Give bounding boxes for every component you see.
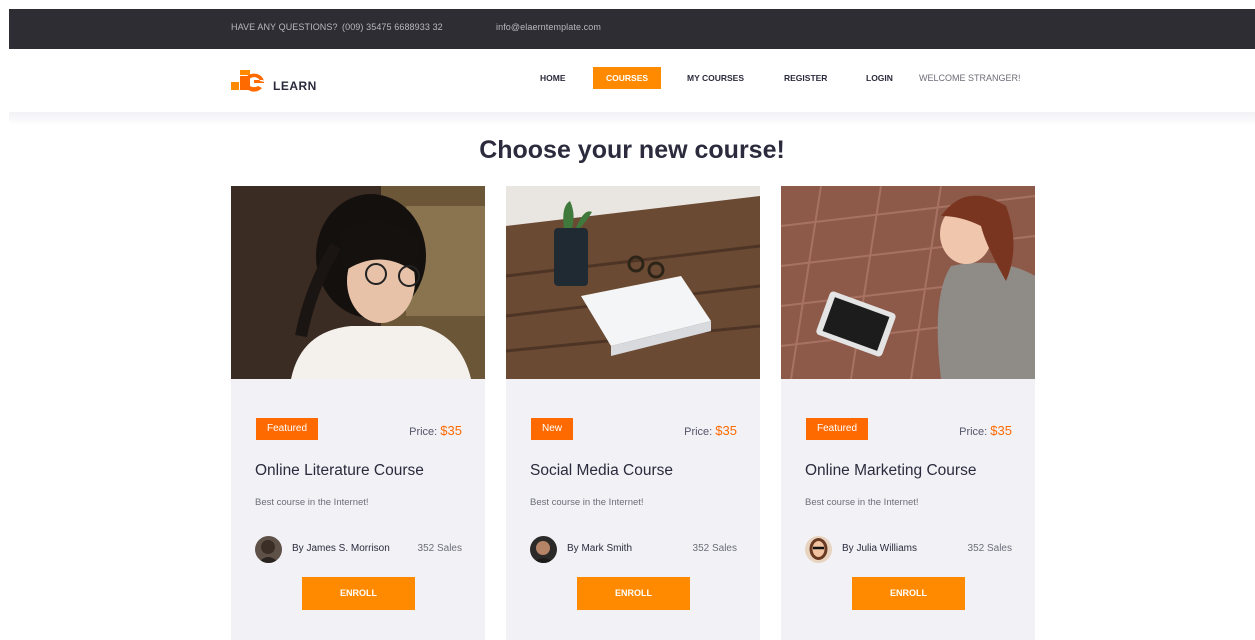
page-title: Choose your new course! xyxy=(479,136,785,164)
price: Price: $35 xyxy=(684,423,737,438)
course-subtitle: Best course in the Internet! xyxy=(805,497,919,508)
course-image-literature[interactable] xyxy=(231,186,485,379)
course-title[interactable]: Social Media Course xyxy=(530,462,673,480)
sales-count: 352 Sales xyxy=(692,543,737,554)
enroll-button[interactable]: ENROLL xyxy=(852,577,965,610)
logo-text: LEARN xyxy=(273,79,317,93)
course-title[interactable]: Online Literature Course xyxy=(255,462,424,480)
nav-my-courses[interactable]: MY COURSES xyxy=(687,73,744,83)
enroll-button[interactable]: ENROLL xyxy=(577,577,690,610)
author-name[interactable]: By James S. Morrison xyxy=(292,543,390,554)
author-avatar xyxy=(805,536,832,563)
price: Price: $35 xyxy=(409,423,462,438)
nav-home[interactable]: HOME xyxy=(540,73,566,83)
phone-number[interactable]: (009) 35475 6688933 32 xyxy=(342,22,443,32)
course-card[interactable]: Featured Price: $35 Online Literature Co… xyxy=(231,186,485,640)
top-info-bar: HAVE ANY QUESTIONS? (009) 35475 6688933 … xyxy=(9,9,1255,49)
price-label: Price: xyxy=(684,426,713,438)
author-avatar xyxy=(530,536,557,563)
course-title[interactable]: Online Marketing Course xyxy=(805,462,976,480)
email-link[interactable]: info@elaerntemplate.com xyxy=(496,22,601,32)
course-subtitle: Best course in the Internet! xyxy=(255,497,369,508)
badge-featured: Featured xyxy=(256,418,319,440)
sales-count: 352 Sales xyxy=(967,543,1012,554)
logo-e-icon xyxy=(244,73,264,92)
price-label: Price: xyxy=(409,426,438,438)
logo-square-top xyxy=(240,70,250,75)
price-value: $35 xyxy=(440,423,462,438)
author-avatar xyxy=(255,536,282,563)
price-label: Price: xyxy=(959,426,988,438)
badge-new: New xyxy=(531,418,574,440)
course-subtitle: Best course in the Internet! xyxy=(530,497,644,508)
welcome-message: WELCOME STRANGER! xyxy=(919,73,1021,83)
course-image-social-media[interactable] xyxy=(506,186,760,379)
author-name[interactable]: By Mark Smith xyxy=(567,543,632,554)
sales-count: 352 Sales xyxy=(417,543,462,554)
course-card[interactable]: Featured Price: $35 Online Marketing Cou… xyxy=(781,186,1035,640)
nav-login[interactable]: LOGIN xyxy=(866,73,893,83)
price-value: $35 xyxy=(715,423,737,438)
badge-featured: Featured xyxy=(806,418,869,440)
price-value: $35 xyxy=(990,423,1012,438)
nav-courses[interactable]: COURSES xyxy=(593,67,662,89)
enroll-button[interactable]: ENROLL xyxy=(302,577,415,610)
logo-square-small xyxy=(231,82,239,90)
course-image-marketing[interactable] xyxy=(781,186,1035,379)
nav-register[interactable]: REGISTER xyxy=(784,73,827,83)
course-card[interactable]: New Price: $35 Social Media Course Best … xyxy=(506,186,760,640)
author-name[interactable]: By Julia Williams xyxy=(842,543,917,554)
questions-label: HAVE ANY QUESTIONS? xyxy=(231,22,338,32)
header-divider xyxy=(9,112,1255,126)
price: Price: $35 xyxy=(959,423,1012,438)
